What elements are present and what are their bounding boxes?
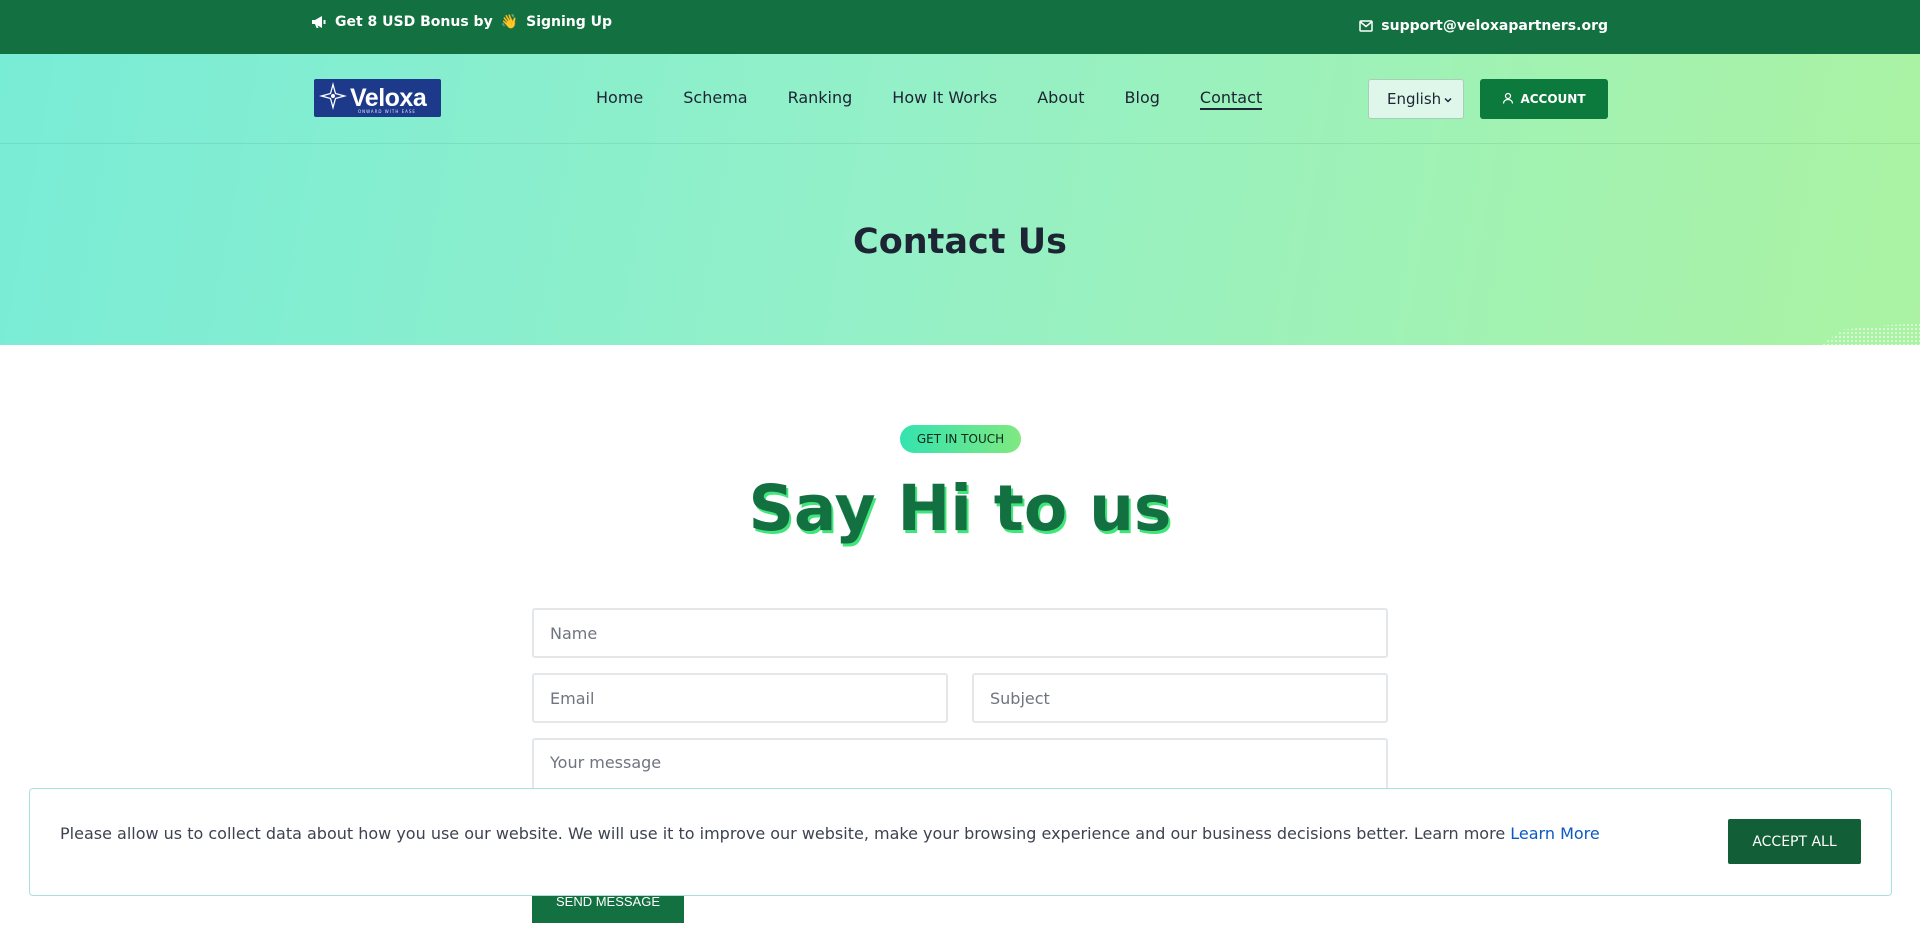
signup-promo[interactable]: Get 8 USD Bonus by 👋 Signing Up [311,14,612,30]
get-in-touch-badge: GET IN TOUCH [900,425,1021,453]
language-select[interactable]: English [1368,79,1464,119]
top-announcement-bar: Get 8 USD Bonus by 👋 Signing Up support@… [0,0,1920,54]
name-input[interactable] [532,608,1388,658]
page-title: Contact Us [853,222,1067,262]
accept-all-button[interactable]: ACCEPT ALL [1728,819,1861,864]
account-button[interactable]: ACCOUNT [1480,79,1608,119]
section-heading: Say Hi to us [748,472,1172,545]
chevron-down-icon [1443,91,1453,109]
decorative-dot-pattern [1821,323,1920,345]
nav-schema[interactable]: Schema [683,88,747,110]
primary-navigation: Home Schema Ranking How It Works About B… [596,88,1302,110]
promo-text: Get 8 USD Bonus by [335,14,493,30]
language-selected: English [1387,90,1442,108]
email-input[interactable] [532,673,948,723]
compass-star-icon [318,81,348,115]
subject-input[interactable] [972,673,1388,723]
nav-blog[interactable]: Blog [1125,88,1160,110]
nav-about[interactable]: About [1037,88,1084,110]
nav-ranking[interactable]: Ranking [788,88,853,110]
main-navbar: Veloxa ONWARD WITH EASE Home Schema Rank… [0,54,1920,144]
user-icon [1502,92,1514,107]
account-label: ACCOUNT [1520,92,1586,106]
megaphone-icon [311,15,327,29]
site-logo[interactable]: Veloxa ONWARD WITH EASE [314,79,441,117]
cookie-text: Please allow us to collect data about ho… [60,824,1506,843]
envelope-icon [1359,20,1374,32]
waving-hand-icon: 👋 [500,14,519,30]
logo-tagline: ONWARD WITH EASE [358,109,416,114]
nav-how-it-works[interactable]: How It Works [892,88,997,110]
nav-home[interactable]: Home [596,88,643,110]
support-email[interactable]: support@veloxapartners.org [1359,18,1608,34]
hero-section: Veloxa ONWARD WITH EASE Home Schema Rank… [0,54,1920,345]
cookie-consent-banner: Please allow us to collect data about ho… [29,788,1892,896]
learn-more-link[interactable]: Learn More [1510,824,1599,843]
support-email-text: support@veloxapartners.org [1381,18,1608,34]
promo-signup-text: Signing Up [526,14,613,30]
nav-contact[interactable]: Contact [1199,88,1263,110]
cookie-message: Please allow us to collect data about ho… [60,824,1600,843]
